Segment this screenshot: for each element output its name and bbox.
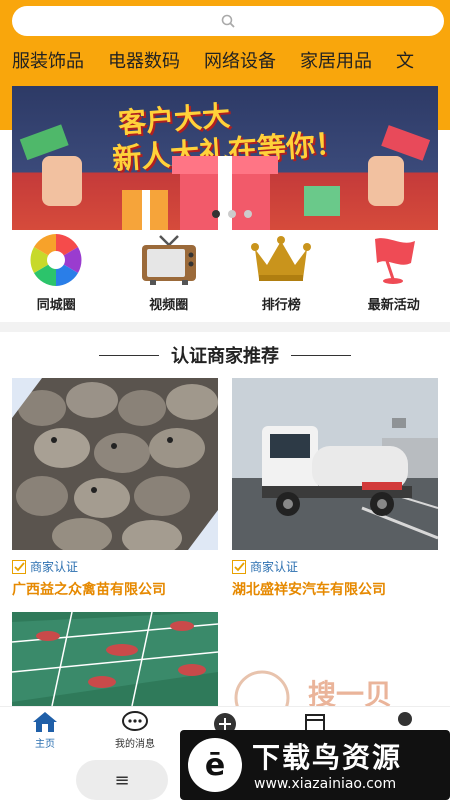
shortcut-grid: 同城圈 视频圈 排行榜 最新活动 xyxy=(0,232,450,320)
heading-line xyxy=(99,354,159,356)
tab-messages[interactable]: 我的消息 xyxy=(90,707,180,756)
brand-watermark-text: 搜一贝 xyxy=(308,678,392,706)
watermark-url: www.xiazainiao.com xyxy=(254,776,397,792)
category-tab[interactable]: 网络设备 xyxy=(192,40,288,84)
search-icon xyxy=(221,14,235,28)
check-icon xyxy=(12,559,26,574)
merchant-image: 搜一贝 xyxy=(232,612,438,706)
shortcut-label: 同城圈 xyxy=(36,298,76,313)
shortcut-video[interactable]: 视频圈 xyxy=(113,232,226,320)
category-tab[interactable]: 电器数码 xyxy=(96,40,192,84)
category-tab[interactable]: 家居用品 xyxy=(288,40,384,84)
category-tab[interactable]: 文 xyxy=(384,40,426,84)
verified-badge: 商家认证 xyxy=(12,558,218,575)
verified-label: 商家认证 xyxy=(250,560,299,574)
shortcut-label: 排行榜 xyxy=(261,298,301,313)
shortcut-label: 最新活动 xyxy=(367,298,420,313)
section-divider xyxy=(0,322,450,332)
watermark-title: 下载鸟资源 xyxy=(252,741,403,774)
merchant-image xyxy=(12,378,218,550)
section-title: 认证商家推荐 xyxy=(171,346,279,367)
category-tab[interactable]: 服装饰品 xyxy=(0,40,96,84)
crown-icon xyxy=(251,236,312,281)
heading-line xyxy=(291,354,351,356)
verified-label: 商家认证 xyxy=(30,560,79,574)
tab-label: 我的消息 xyxy=(115,739,155,750)
search-bar[interactable] xyxy=(12,6,444,36)
flag-icon xyxy=(374,238,415,284)
merchant-card[interactable]: 商家认证 广西益之众禽苗有限公司 xyxy=(12,378,218,599)
merchant-card[interactable]: 商家认证 湖北盛祥安汽车有限公司 xyxy=(232,378,438,599)
merchant-card[interactable] xyxy=(12,612,218,706)
merchant-image xyxy=(12,612,218,706)
merchant-name: 广西益之众禽苗有限公司 xyxy=(12,582,166,598)
menu-button[interactable]: ≡ xyxy=(76,760,168,800)
shortcut-ranking[interactable]: 排行榜 xyxy=(225,232,338,320)
category-tabs: 服装饰品 电器数码 网络设备 家居用品 文 xyxy=(0,40,426,84)
merchant-name: 湖北盛祥安汽车有限公司 xyxy=(232,582,386,598)
section-heading: 认证商家推荐 xyxy=(0,342,450,368)
gift-illustration xyxy=(19,124,431,230)
carousel-dots xyxy=(212,210,252,218)
tv-icon xyxy=(141,235,196,285)
check-icon xyxy=(232,559,246,574)
watermark-logo: ē xyxy=(188,738,242,792)
merchant-image xyxy=(232,378,438,550)
carousel-dot[interactable] xyxy=(212,210,220,218)
shortcut-events[interactable]: 最新活动 xyxy=(338,232,450,320)
shortcut-nearby[interactable]: 同城圈 xyxy=(0,232,113,320)
shortcut-label: 视频圈 xyxy=(149,298,189,313)
tab-label: 主页 xyxy=(35,739,55,750)
chat-icon xyxy=(122,711,148,731)
merchant-card[interactable]: 搜一贝 xyxy=(232,612,438,706)
verified-badge: 商家认证 xyxy=(232,558,438,575)
carousel-dot[interactable] xyxy=(228,210,236,218)
promo-banner[interactable]: 客户大大 新人大礼在等你！ xyxy=(12,86,438,230)
tab-home[interactable]: 主页 xyxy=(0,707,90,756)
carousel-dot[interactable] xyxy=(244,210,252,218)
home-icon xyxy=(33,712,57,732)
site-watermark: ē 下载鸟资源 www.xiazainiao.com xyxy=(180,730,450,800)
aperture-icon xyxy=(30,234,82,286)
